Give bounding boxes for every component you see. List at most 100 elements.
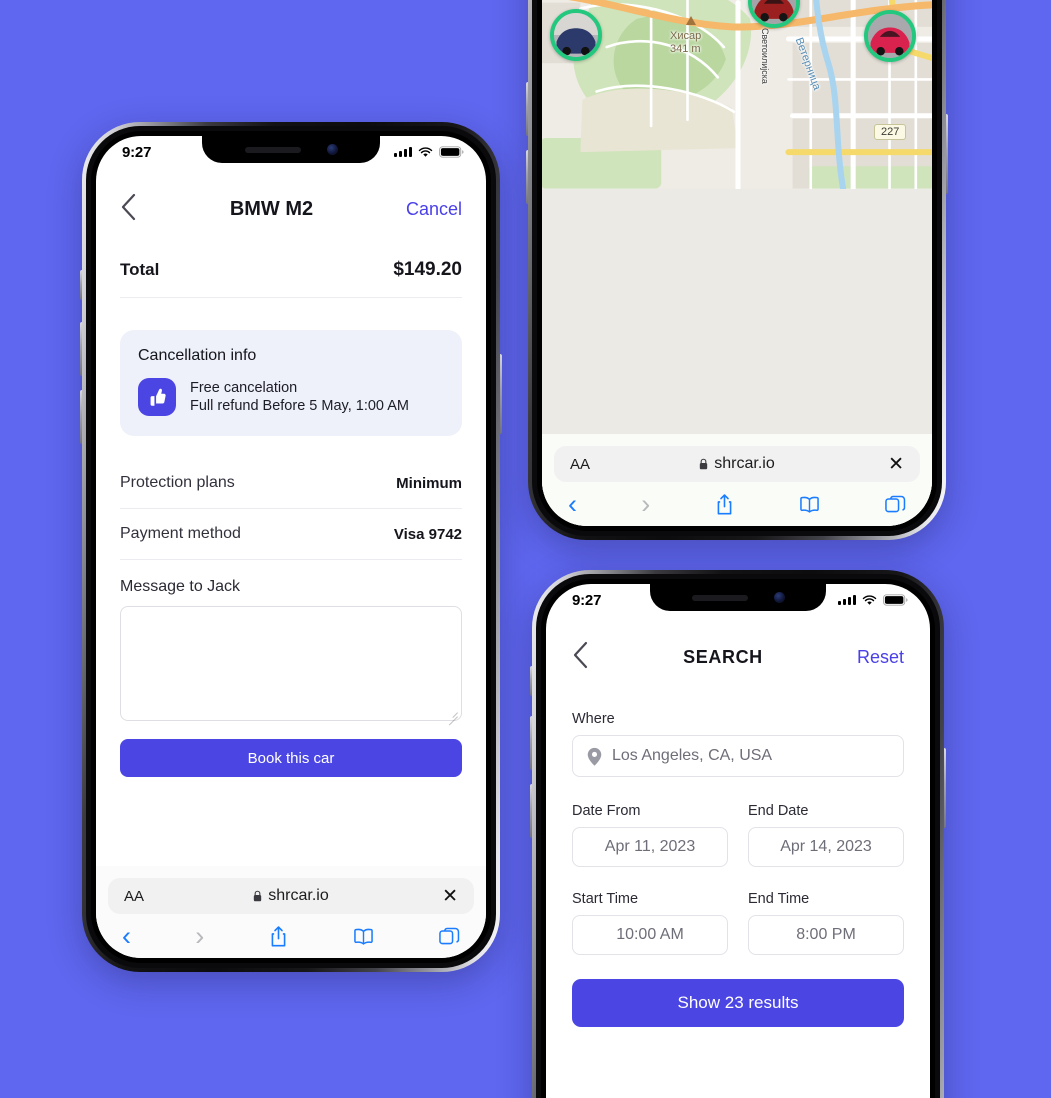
search-navbar: SEARCH Reset [572,640,904,675]
notch [650,584,826,611]
car-marker-5[interactable] [748,0,800,28]
car-marker-6[interactable] [550,9,602,61]
battery-full-icon [883,594,908,606]
notch [202,136,380,163]
where-value: Los Angeles, CA, USA [612,747,773,764]
start-time-label: Start Time [572,891,639,907]
date-from-input[interactable]: Apr 11, 2023 [572,827,728,867]
resize-grip-icon[interactable] [446,705,458,717]
screenshot-canvas: 9:27 BMW M2 Cancel Total $149.20 Cancell… [0,0,1051,1098]
text-size-button[interactable]: AA [570,456,590,473]
total-label: Total [120,260,160,279]
safari-toolbar: AA shrcar.io ✕ ‹ › [96,866,486,958]
lock-icon [699,458,708,470]
cancellation-title: Cancellation info [138,347,257,364]
page-title: BMW M2 [229,198,314,220]
cancel-button[interactable]: Cancel [406,199,462,220]
front-camera [326,144,338,155]
forward-icon: › [641,488,651,519]
close-icon[interactable]: ✕ [442,887,458,906]
status-time: 9:27 [122,143,152,161]
front-camera [773,592,785,603]
car-marker-7[interactable] [864,10,916,62]
url-text: shrcar.io [714,455,775,472]
start-time-value: 10:00 AM [616,926,684,943]
tabs-icon[interactable] [885,494,906,515]
back-icon[interactable]: ‹ [122,921,131,952]
lock-icon [253,890,262,902]
start-time-input[interactable]: 10:00 AM [572,915,728,955]
wifi-icon [418,146,433,158]
cellular-bars-icon [838,595,856,605]
thumbs-up-icon [138,378,176,416]
payment-method-label: Payment method [120,525,241,542]
route-shield: 227 [874,124,907,140]
back-button[interactable] [572,640,589,675]
date-from-value: Apr 11, 2023 [604,838,696,855]
map-screen: 158 226 227 Дубочица Бурич Лесковац Двад… [542,0,932,526]
page-title: SEARCH [683,647,763,667]
payment-method-value: Visa 9742 [393,525,462,543]
safari-tools: ‹ › [108,914,474,958]
where-group: Where Los Angeles, CA, USA [572,711,904,777]
earpiece-speaker [244,146,301,153]
address-bar[interactable]: AA shrcar.io ✕ [108,878,474,914]
total-row: Total $149.20 [120,259,462,298]
where-input[interactable]: Los Angeles, CA, USA [572,735,904,777]
protection-plans-row[interactable]: Protection plans Minimum [120,474,462,509]
map-label: Светоилијска [760,28,770,84]
show-results-button[interactable]: Show 23 results [572,979,904,1027]
map-label: Хисар [670,30,702,42]
total-value: $149.20 [393,259,462,280]
map-phone: 158 226 227 Дубочица Бурич Лесковац Двад… [526,0,948,540]
cancellation-line-1: Free cancelation [190,380,298,396]
close-icon[interactable]: ✕ [888,455,904,474]
where-label: Where [572,711,615,727]
share-icon[interactable] [715,493,734,516]
safari-toolbar: AA shrcar.io ✕ ‹ › [542,434,932,526]
earpiece-speaker [691,594,748,601]
cellular-bars-icon [394,147,412,157]
end-date-label: End Date [748,803,809,819]
end-time-value: 8:00 PM [796,926,856,943]
date-from-label: Date From [572,803,641,819]
book-this-car-button[interactable]: Book this car [120,739,462,777]
status-time: 9:27 [572,591,602,609]
search-screen: 9:27 SEARCH Reset Where Los Angeles, CA,… [546,584,930,1098]
message-input[interactable] [120,606,462,721]
date-row: Date From Apr 11, 2023 End Date Apr 14, … [572,803,904,867]
protection-plans-value: Minimum [396,474,462,492]
message-label: Message to Jack [120,578,241,595]
location-pin-icon [587,747,602,766]
back-button[interactable] [120,192,137,227]
map-label: 341 m [670,43,701,55]
battery-full-icon [439,146,464,158]
address-bar[interactable]: AA shrcar.io ✕ [554,446,920,482]
reset-button[interactable]: Reset [857,647,904,668]
url-text: shrcar.io [268,887,329,904]
cancellation-line-2: Full refund Before 5 May, 1:00 AM [190,398,409,414]
end-time-label: End Time [748,891,810,907]
end-date-input[interactable]: Apr 14, 2023 [748,827,904,867]
share-icon[interactable] [269,925,288,948]
text-size-button[interactable]: AA [124,888,144,905]
tabs-icon[interactable] [439,926,460,947]
bookmarks-icon[interactable] [798,495,821,514]
cancellation-card: Cancellation info Free cancelation Full … [120,330,462,436]
payment-method-row[interactable]: Payment method Visa 9742 [120,525,462,560]
end-time-input[interactable]: 8:00 PM [748,915,904,955]
safari-tools: ‹ › [554,482,920,526]
time-row: Start Time 10:00 AM End Time 8:00 PM [572,891,904,955]
forward-icon: › [195,920,205,951]
bookmarks-icon[interactable] [352,927,375,946]
search-phone: 9:27 SEARCH Reset Where Los Angeles, CA,… [530,570,946,1098]
protection-plans-label: Protection plans [120,474,235,491]
back-icon[interactable]: ‹ [568,489,577,520]
booking-navbar: BMW M2 Cancel [120,192,462,227]
booking-screen: 9:27 BMW M2 Cancel Total $149.20 Cancell… [96,136,486,958]
end-date-value: Apr 14, 2023 [780,838,872,855]
message-field-group: Message to Jack [120,578,462,721]
wifi-icon [862,594,877,606]
peak-icon [686,16,696,25]
booking-phone: 9:27 BMW M2 Cancel Total $149.20 Cancell… [80,122,502,972]
